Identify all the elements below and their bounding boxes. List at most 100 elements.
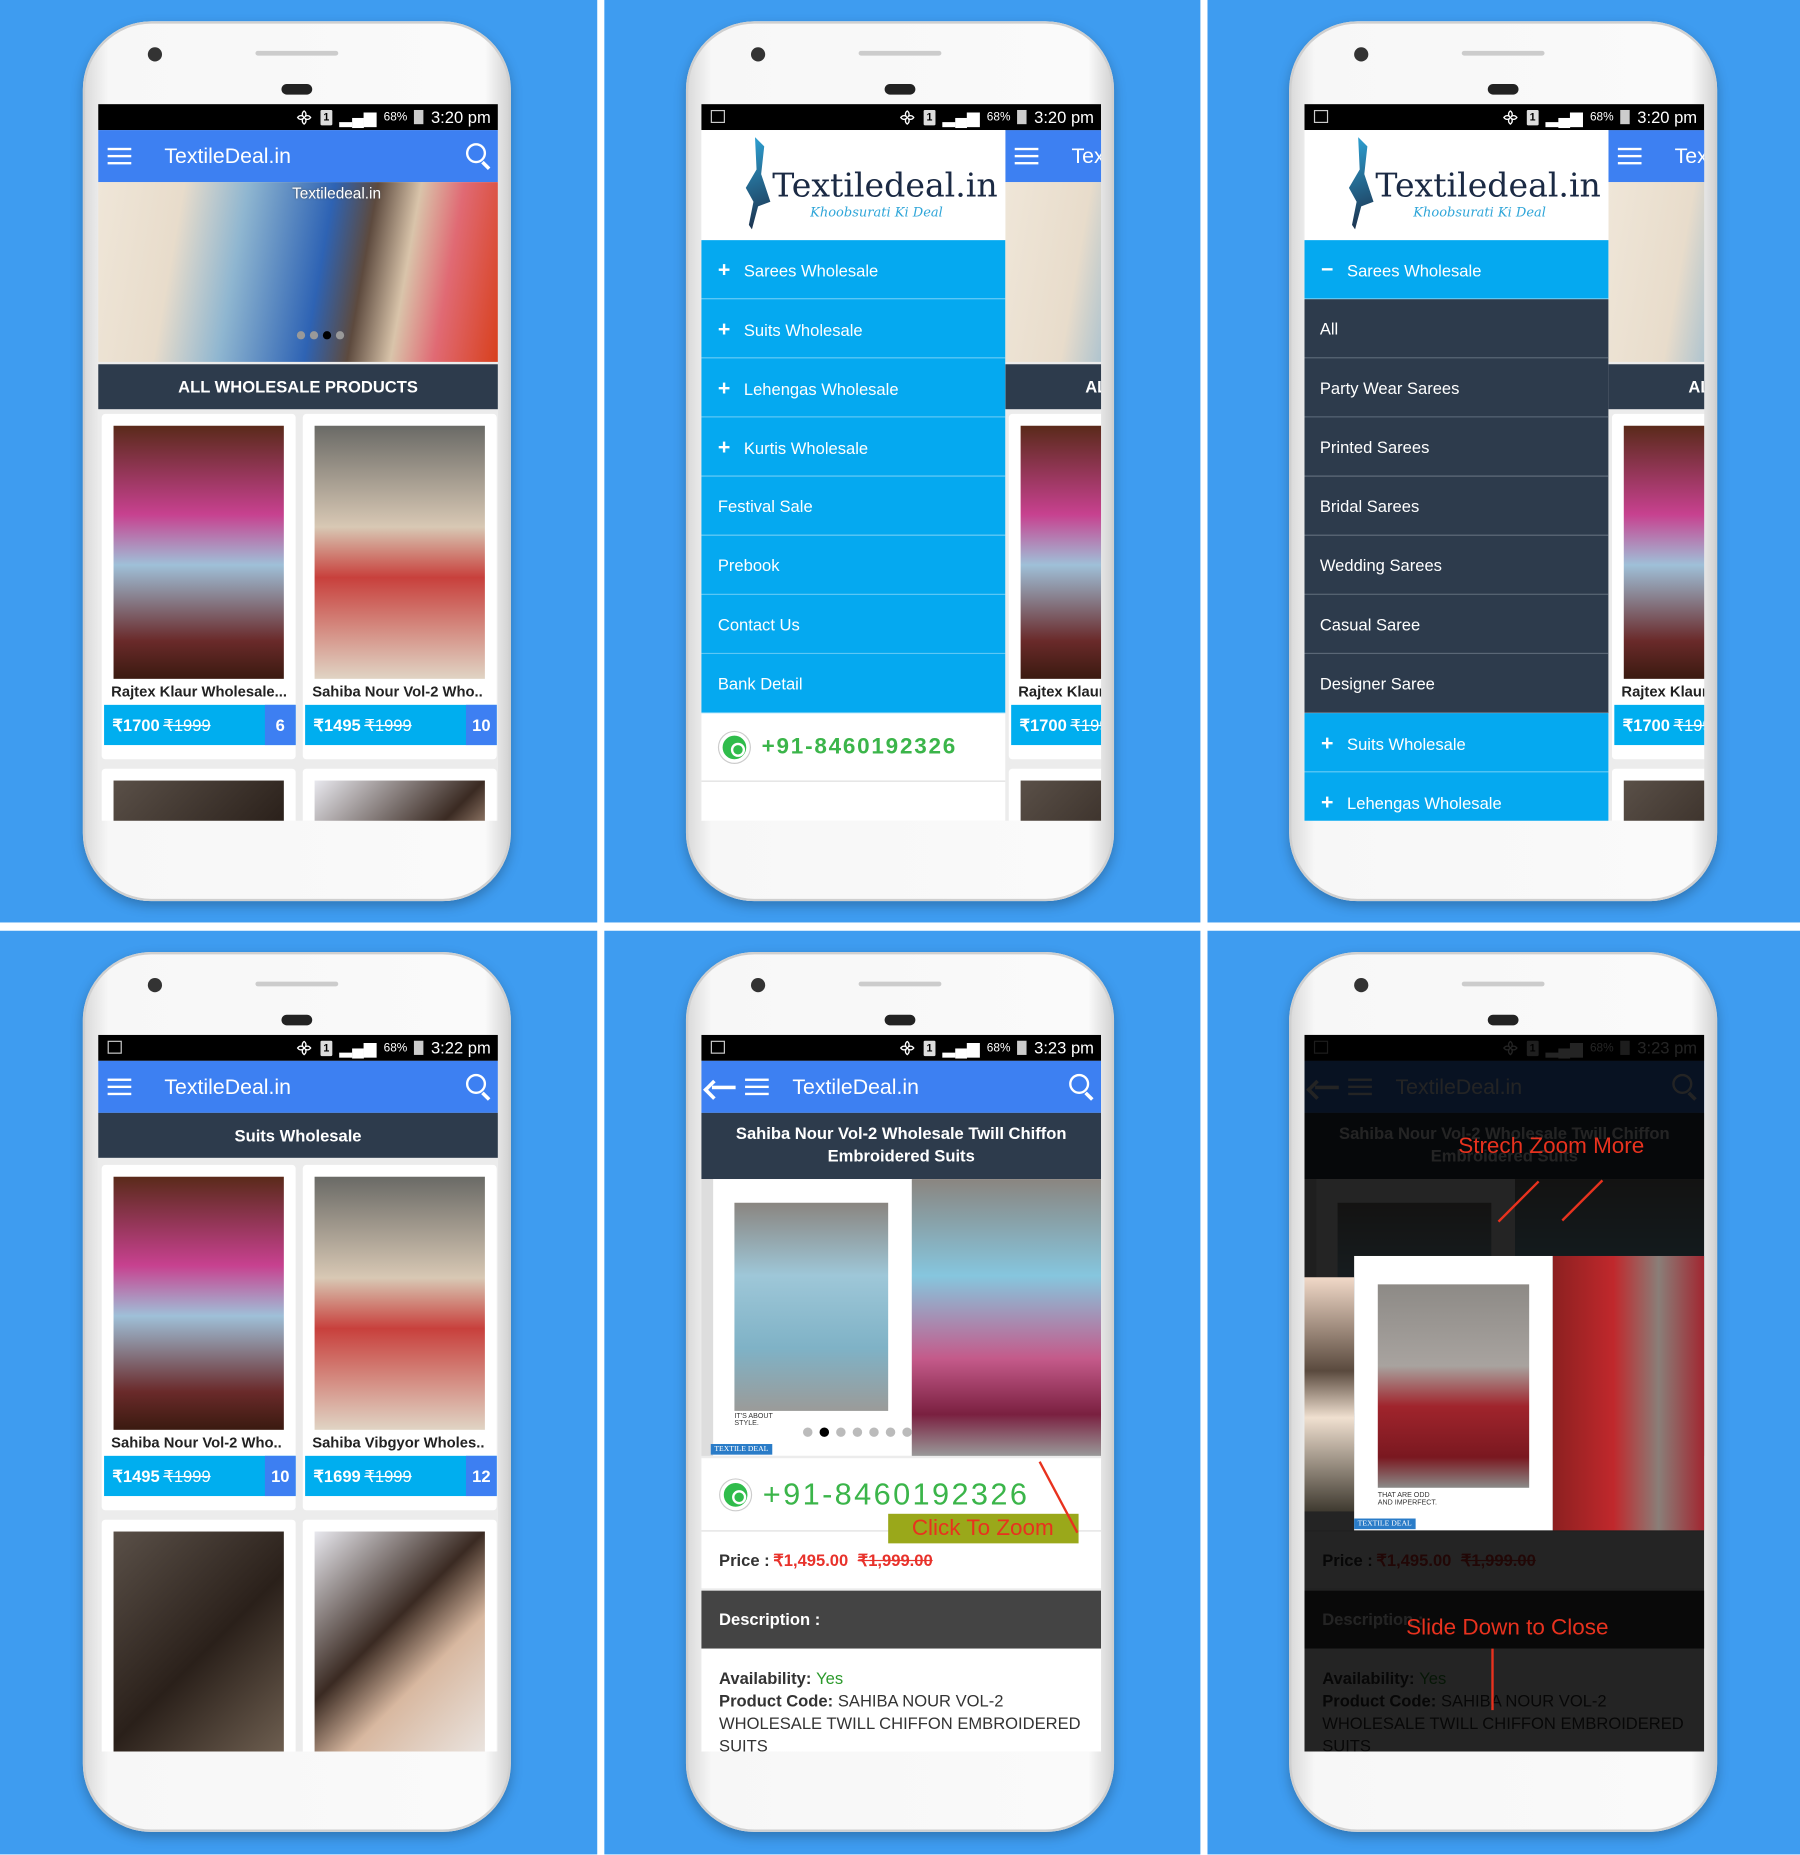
submenu-item[interactable]: Bridal Sarees bbox=[1304, 476, 1609, 536]
product-card[interactable] bbox=[1611, 768, 1705, 821]
hamburger-menu-icon[interactable] bbox=[107, 147, 132, 165]
product-card[interactable]: Rajtex Klaur Wholesale...₹1700₹19996 bbox=[1008, 413, 1102, 760]
product-name[interactable]: Rajtex Klaur Wholesale... bbox=[1621, 684, 1704, 701]
carousel-dot[interactable] bbox=[322, 331, 332, 340]
hamburger-menu-icon[interactable] bbox=[107, 1078, 132, 1096]
sale-price: ₹1495 bbox=[313, 715, 361, 735]
menu-item[interactable]: Prebook bbox=[701, 535, 1006, 595]
product-card[interactable] bbox=[101, 1519, 296, 1752]
hero-banner[interactable]: Textiledeal.in bbox=[98, 182, 498, 362]
product-card[interactable]: Rajtex Klaur Wholesale...₹1700₹19996 bbox=[1611, 413, 1705, 760]
product-image-carousel[interactable]: IT'S ABOUT STYLE. TEXTILE DEAL bbox=[701, 1179, 1102, 1456]
carousel-dot[interactable] bbox=[902, 1427, 912, 1437]
product-name[interactable]: Sahiba Nour Vol-2 Who.. bbox=[111, 1435, 288, 1452]
product-image[interactable] bbox=[113, 1531, 284, 1752]
brand-logo[interactable]: Textiledeal.in Khoobsurati Ki Deal bbox=[1304, 130, 1609, 241]
status-bar: ᯽ 1 ▂▄▆ 68% 3:22 pm bbox=[98, 1034, 498, 1061]
product-card[interactable]: Sahiba Nour Vol-2 Who.. ₹1495 ₹1999 10 bbox=[101, 1164, 296, 1511]
app-bar: TextileDeal.in bbox=[1608, 130, 1705, 183]
sim-icon: 1 bbox=[923, 109, 936, 125]
menu-item-expanded[interactable]: − Sarees Wholesale bbox=[1304, 240, 1609, 300]
product-image[interactable] bbox=[314, 425, 485, 679]
menu-item[interactable]: Festival Sale bbox=[701, 476, 1006, 536]
hero-banner[interactable]: Textiledeal.in bbox=[1608, 182, 1705, 362]
search-icon[interactable] bbox=[465, 1073, 487, 1094]
carousel-dot[interactable] bbox=[869, 1427, 879, 1437]
battery-icon bbox=[414, 1040, 424, 1055]
product-image[interactable] bbox=[1623, 425, 1705, 679]
product-image[interactable] bbox=[113, 1176, 284, 1430]
product-name[interactable]: Rajtex Klaur Wholesale... bbox=[111, 684, 288, 701]
whatsapp-contact[interactable]: +91-8460192326 bbox=[701, 713, 1006, 782]
product-card[interactable] bbox=[302, 1519, 497, 1752]
product-card[interactable] bbox=[101, 768, 296, 821]
product-card[interactable]: Rajtex Klaur Wholesale...₹1700₹19996 bbox=[101, 413, 296, 760]
hamburger-menu-icon[interactable] bbox=[1617, 147, 1642, 165]
submenu-item[interactable]: Casual Saree bbox=[1304, 594, 1609, 655]
submenu-item[interactable]: Party Wear Sarees bbox=[1304, 358, 1609, 418]
product-name[interactable]: Sahiba Nour Vol-2 Who.. bbox=[312, 684, 489, 701]
product-card[interactable]: Sahiba Nour Vol-2 Who.. ₹1495 ₹1999 10 bbox=[302, 413, 497, 760]
product-name[interactable]: Rajtex Klaur Wholesale... bbox=[1018, 684, 1101, 701]
carousel-dot[interactable] bbox=[296, 331, 306, 340]
carousel-dot[interactable] bbox=[309, 331, 319, 340]
hamburger-menu-icon[interactable] bbox=[1014, 147, 1039, 165]
whatsapp-number[interactable]: +91-8460192326 bbox=[763, 1476, 1030, 1513]
submenu-item[interactable]: Printed Sarees bbox=[1304, 417, 1609, 477]
product-image[interactable] bbox=[314, 1531, 485, 1752]
menu-item[interactable]: + Lehengas Wholesale bbox=[701, 358, 1006, 418]
search-icon[interactable] bbox=[1069, 1073, 1090, 1094]
product-image[interactable] bbox=[113, 780, 284, 821]
menu-item[interactable]: Contact Us bbox=[701, 594, 1006, 655]
battery-icon bbox=[1017, 109, 1028, 125]
signal-icon: ▂▄▆ bbox=[942, 1037, 980, 1057]
brand-logo[interactable]: Textiledeal.in Khoobsurati Ki Deal bbox=[701, 130, 1006, 241]
design-count-badge: 6 bbox=[264, 704, 296, 746]
price-bar: ₹1495 ₹1999 10 bbox=[104, 1455, 296, 1497]
submenu-item[interactable]: Designer Saree bbox=[1304, 654, 1609, 714]
product-image[interactable] bbox=[1020, 425, 1102, 679]
speaker-grille bbox=[1461, 981, 1545, 987]
carousel-dot[interactable] bbox=[885, 1427, 896, 1437]
carousel-dot[interactable] bbox=[852, 1427, 863, 1437]
zoomed-image[interactable]: THAT ARE ODD AND IMPERFECT. TEXTILE DEAL bbox=[1354, 1255, 1553, 1531]
product-image[interactable] bbox=[1020, 780, 1102, 821]
submenu-item[interactable]: All bbox=[1304, 299, 1609, 359]
hamburger-menu-icon[interactable] bbox=[745, 1078, 769, 1096]
slide-close-annotation: Slide Down to Close bbox=[1406, 1615, 1609, 1641]
carousel-dot[interactable] bbox=[335, 331, 345, 340]
product-image[interactable]: IT'S ABOUT STYLE. TEXTILE DEAL bbox=[710, 1179, 912, 1456]
menu-item-label: Bank Detail bbox=[717, 674, 803, 694]
product-image[interactable] bbox=[314, 1176, 485, 1430]
back-arrow-icon[interactable] bbox=[711, 1085, 736, 1089]
menu-item[interactable]: + Lehengas Wholesale bbox=[1304, 772, 1609, 821]
search-icon[interactable] bbox=[465, 143, 487, 164]
submenu-item[interactable]: Wedding Sarees bbox=[1304, 535, 1609, 595]
carousel-dot[interactable] bbox=[836, 1427, 846, 1437]
menu-item[interactable]: + Suits Wholesale bbox=[1304, 713, 1609, 773]
phone-screen: ᯽ 1 ▂▄▆ 68% 3:20 pm TextileDeal.in Textiledeal… bbox=[98, 104, 498, 821]
menu-item[interactable]: Bank Detail bbox=[701, 654, 1006, 714]
navigation-drawer: Textiledeal.in Khoobsurati Ki Deal − Sarees… bbox=[1304, 130, 1609, 821]
product-image[interactable] bbox=[911, 1179, 1102, 1456]
product-image[interactable] bbox=[314, 780, 485, 821]
product-card[interactable] bbox=[302, 768, 497, 821]
product-card[interactable]: Sahiba Vibgyor Wholes.. ₹1699 ₹1999 12 bbox=[302, 1164, 497, 1511]
menu-item[interactable]: + Kurtis Wholesale bbox=[701, 417, 1006, 477]
earpiece bbox=[281, 83, 313, 95]
carousel-dot[interactable] bbox=[803, 1427, 813, 1437]
hero-banner[interactable]: Textiledeal.in bbox=[1005, 182, 1102, 362]
menu-item-label: Prebook bbox=[717, 555, 780, 575]
product-image[interactable] bbox=[113, 425, 284, 679]
status-bar: ᯽ 1 ▂▄▆ 68% 3:20 pm bbox=[701, 104, 1102, 131]
product-card[interactable] bbox=[1008, 768, 1102, 821]
logo-tagline: Khoobsurati Ki Deal bbox=[1413, 204, 1546, 220]
whatsapp-number[interactable]: +91-8460192326 bbox=[762, 734, 957, 760]
battery-percent: 68% bbox=[986, 110, 1011, 124]
menu-item[interactable]: + Sarees Wholesale bbox=[701, 240, 1006, 300]
product-image[interactable] bbox=[1623, 780, 1705, 821]
menu-item[interactable]: + Suits Wholesale bbox=[701, 299, 1006, 359]
product-name[interactable]: Sahiba Vibgyor Wholes.. bbox=[312, 1435, 489, 1452]
carousel-dot[interactable] bbox=[819, 1427, 830, 1437]
menu-item-label: Wedding Sarees bbox=[1319, 555, 1442, 575]
